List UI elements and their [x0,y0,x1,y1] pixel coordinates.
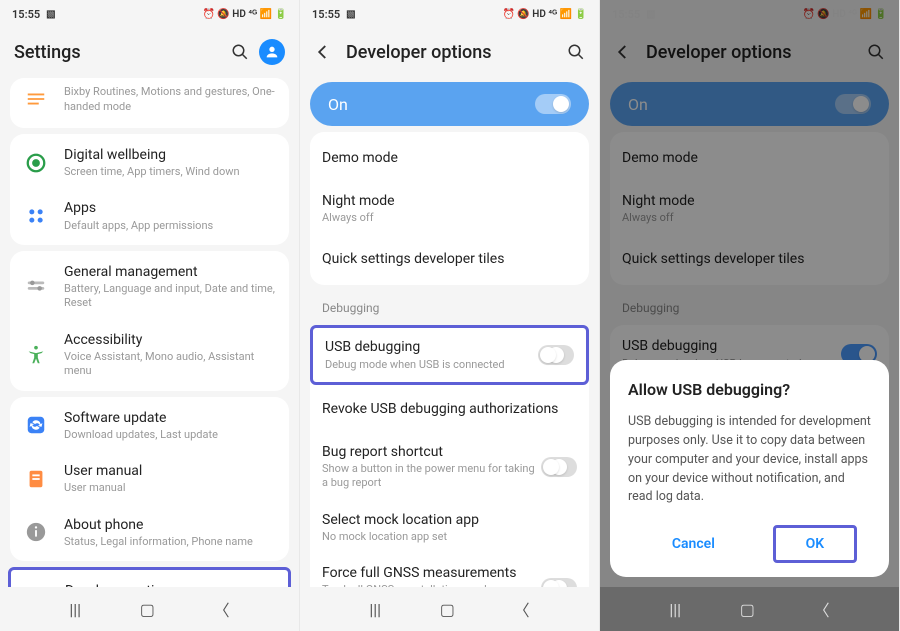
header: Developer options [300,28,599,76]
status-icons: ⏰ 🔕 HD ⁴ᴳ 📶 🔋 [502,9,587,20]
nav-bar: ||| ▢ 〈 [600,587,899,631]
list-item[interactable]: Revoke USB debugging authorizations [310,385,589,433]
item-title: Apps [64,199,277,217]
usb-debug-dialog-screen: 15:55 ▧ ⏰ 🔕 HD ⁴ᴳ 📶 🔋 Developer options … [600,0,900,631]
item-title: Demo mode [322,149,577,167]
status-bar: 15:55 ▧ ⏰ 🔕 HD ⁴ᴳ 📶 🔋 [0,0,299,28]
nav-bar: ||| ▢ 〈 [300,587,599,631]
item-sub: Bixby Routines, Motions and gestures, On… [64,85,277,114]
page-title: Developer options [346,42,559,63]
avatar[interactable] [259,39,285,65]
on-label: On [328,95,348,114]
list-item[interactable]: Software update Download updates, Last u… [10,399,289,452]
item-sub: Status, Legal information, Phone name [64,535,277,549]
dev-options-list[interactable]: On Demo mode Night mode Always off Quick… [300,76,599,587]
item-sub: Always off [322,211,577,225]
nav-home[interactable]: ▢ [140,600,155,619]
usb-debugging-toggle[interactable] [538,345,574,365]
item-title: Force full GNSS measurements [322,564,541,582]
toggle[interactable] [541,457,577,477]
list-item[interactable]: Accessibility Voice Assistant, Mono audi… [10,321,289,389]
list-item[interactable]: Quick settings developer tiles [310,235,589,283]
list-item[interactable]: Apps Default apps, App permissions [10,189,289,242]
advanced-icon [22,85,50,113]
cancel-button[interactable]: Cancel [642,528,745,560]
settings-screen: 15:55 ▧ ⏰ 🔕 HD ⁴ᴳ 📶 🔋 Settings Bixby Rou… [0,0,300,631]
item-sub: Battery, Language and input, Date and ti… [64,282,277,311]
about-icon [22,518,50,546]
wellbeing-icon [22,149,50,177]
search-icon[interactable] [567,43,585,61]
item-title: Software update [64,409,277,427]
screenshot-icon: ▧ [46,9,55,20]
developer-options-screen: 15:55 ▧ ⏰ 🔕 HD ⁴ᴳ 📶 🔋 Developer options … [300,0,600,631]
nav-recent[interactable]: ||| [369,600,381,619]
developer-options-item[interactable]: { } Developer options Developer options [11,572,288,587]
item-sub: Voice Assistant, Mono audio, Assistant m… [64,350,277,379]
accessibility-icon [22,341,50,369]
dialog-actions: Cancel OK [628,525,871,563]
item-title: Night mode [322,192,577,210]
nav-back[interactable]: 〈 [214,597,230,621]
section-header: Debugging [306,291,593,319]
list-item[interactable]: User manual User manual [10,452,289,505]
item-title: Quick settings developer tiles [322,250,577,268]
nav-back[interactable]: 〈 [514,597,530,621]
screenshot-icon: ▧ [346,9,355,20]
apps-icon [22,202,50,230]
master-toggle[interactable] [535,94,571,114]
list-item[interactable]: Night mode Always off [310,182,589,235]
item-sub: User manual [64,481,277,495]
item-title: User manual [64,462,277,480]
list-item[interactable]: Bug report shortcut Show a button in the… [310,433,589,501]
dialog-body: USB debugging is intended for developmen… [628,413,871,507]
item-sub: Show a button in the power menu for taki… [322,462,541,491]
list-item[interactable]: Select mock location app No mock locatio… [310,501,589,554]
general-icon [22,273,50,301]
status-icons: ⏰ 🔕 HD ⁴ᴳ 📶 🔋 [202,9,287,20]
usb-debugging-item[interactable]: USB debugging Debug mode when USB is con… [310,325,589,384]
back-icon[interactable] [314,43,332,61]
nav-bar: ||| ▢ 〈 [0,587,299,631]
item-sub: Default apps, App permissions [64,219,277,233]
item-title: Select mock location app [322,511,577,529]
nav-recent[interactable]: ||| [669,600,681,619]
item-title: Digital wellbeing [64,146,277,164]
list-item[interactable]: Bixby Routines, Motions and gestures, On… [10,78,289,126]
header: Settings [0,28,299,76]
status-bar: 15:55 ▧ ⏰ 🔕 HD ⁴ᴳ 📶 🔋 [300,0,599,28]
toggle[interactable] [541,578,577,587]
item-sub: Debug mode when USB is connected [325,358,538,372]
item-title: Accessibility [64,331,277,349]
ok-button[interactable]: OK [773,525,858,563]
item-sub: Download updates, Last update [64,428,277,442]
nav-back[interactable]: 〈 [814,597,830,621]
page-title: Settings [14,42,223,63]
list-item[interactable]: Digital wellbeing Screen time, App timer… [10,136,289,189]
status-time: 15:55 [12,8,40,21]
list-item[interactable]: About phone Status, Legal information, P… [10,506,289,559]
dialog-title: Allow USB debugging? [628,380,871,399]
item-title: USB debugging [325,338,538,356]
settings-list[interactable]: Bixby Routines, Motions and gestures, On… [0,76,299,587]
item-title: General management [64,263,277,281]
update-icon [22,411,50,439]
item-title: Revoke USB debugging authorizations [322,400,577,418]
status-time: 15:55 [312,8,340,21]
item-sub: No mock location app set [322,530,577,544]
nav-home[interactable]: ▢ [440,600,455,619]
search-icon[interactable] [231,43,249,61]
list-item[interactable]: Demo mode [310,134,589,182]
item-sub: Screen time, App timers, Wind down [64,165,277,179]
nav-recent[interactable]: ||| [69,600,81,619]
manual-icon [22,465,50,493]
item-title: About phone [64,516,277,534]
list-item[interactable]: Force full GNSS measurements Track all G… [310,554,589,587]
master-toggle-row[interactable]: On [310,82,589,126]
nav-home[interactable]: ▢ [740,600,755,619]
item-title: Bug report shortcut [322,443,541,461]
list-item[interactable]: General management Battery, Language and… [10,253,289,321]
usb-debug-dialog: Allow USB debugging? USB debugging is in… [610,360,889,577]
